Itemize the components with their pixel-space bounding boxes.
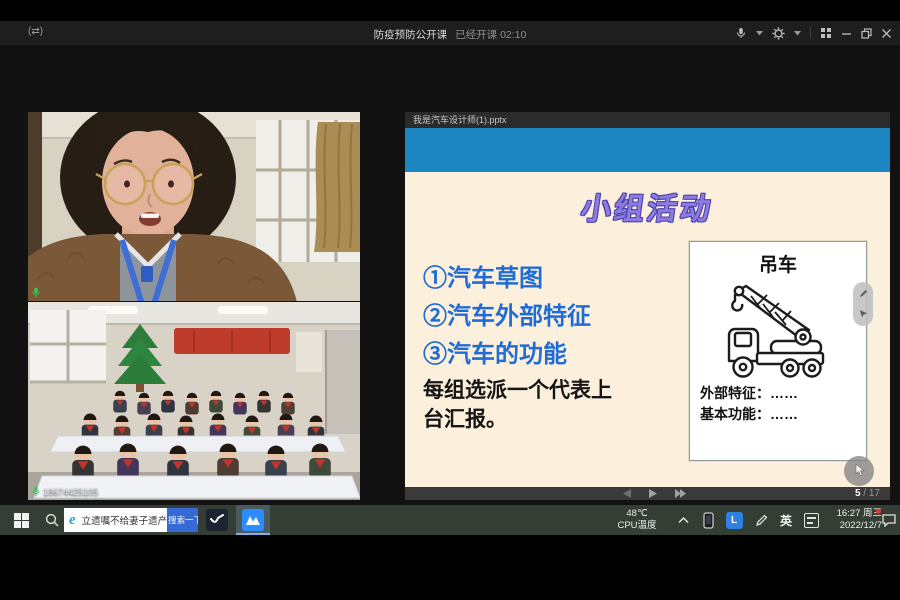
crane-functions-line: 基本功能：…… xyxy=(700,404,866,425)
search-suggestion-text: 立遗嘱不给妻子遗产 xyxy=(82,513,168,527)
taskbar-app-meeting[interactable] xyxy=(236,505,270,535)
presentation-blue-band xyxy=(405,128,890,172)
close-button[interactable] xyxy=(881,28,892,39)
titlebar: (⇄) 防疫预防公开课已经开课 02:10 xyxy=(0,21,900,45)
mic-dropdown-caret[interactable] xyxy=(756,31,763,36)
start-button[interactable] xyxy=(6,505,36,535)
slide-title: 小组活动 xyxy=(402,184,893,228)
titlebar-divider xyxy=(810,27,811,39)
mic-on-icon xyxy=(32,486,40,497)
taskbar-search-box[interactable]: e 立遗嘱不给妻子遗产 搜索一下 xyxy=(64,508,198,532)
notification-bubble-icon xyxy=(882,514,896,527)
tray-phone-icon[interactable] xyxy=(698,505,718,535)
clock-date: 2022/12/7 xyxy=(826,520,882,532)
slide-canvas: 小组活动 ①汽车草图 ②汽车外部特征 ③汽车的功能 每组选派一个代表上台汇报。 … xyxy=(405,172,890,487)
meeting-title: 防疫预防公开课已经开课 02:10 xyxy=(374,27,527,42)
cpu-temp-widget[interactable]: 48℃ CPU温度 xyxy=(604,508,670,532)
search-icon xyxy=(45,513,59,527)
mic-device-button[interactable] xyxy=(735,27,747,39)
tray-expand-button[interactable] xyxy=(672,505,694,535)
next-slide-button[interactable] xyxy=(649,485,657,503)
slide-navigation-bar: 5 / 17 xyxy=(405,487,890,500)
minimize-icon xyxy=(841,28,852,39)
crane-truck-drawing xyxy=(713,279,843,381)
meeting-app-window: (⇄) 防疫预防公开课已经开课 02:10 xyxy=(0,0,900,600)
gear-icon xyxy=(772,27,785,40)
restore-button[interactable] xyxy=(861,28,872,39)
video-tile-classroom[interactable]: 18674425105 xyxy=(28,302,360,500)
windows-taskbar: e 立遗嘱不给妻子遗产 搜索一下 48℃ CPU温度 xyxy=(0,505,900,535)
shared-file-bar: 我是汽车设计师(1).pptx xyxy=(405,112,890,128)
jump-forward-button[interactable] xyxy=(675,485,686,503)
screen-share-region: 我是汽车设计师(1).pptx 小组活动 ①汽车草图 ②汽车外部特征 ③汽车的功… xyxy=(405,112,890,500)
crane-features-line: 外部特征：…… xyxy=(700,383,866,404)
slide-bullet-list: ①汽车草图 ②汽车外部特征 ③汽车的功能 xyxy=(423,260,591,374)
minimize-button[interactable] xyxy=(841,28,852,39)
teacher-video-scene xyxy=(28,112,360,301)
shared-filename: 我是汽车设计师(1).pptx xyxy=(413,115,507,125)
windows-logo-icon xyxy=(14,513,29,528)
video-tile-teacher[interactable] xyxy=(28,112,360,301)
ie-browser-icon: e xyxy=(69,512,76,529)
slide-item-2: ②汽车外部特征 xyxy=(423,298,591,336)
slide-item-3: ③汽车的功能 xyxy=(423,336,591,374)
teacher-mic-indicator xyxy=(32,287,40,298)
chevron-up-icon xyxy=(678,516,689,524)
annotation-pen-button[interactable] xyxy=(859,285,868,303)
meeting-main-area: 18674425105 我是汽车设计师(1).pptx 小组活动 ①汽车草图 ②… xyxy=(0,45,900,505)
classroom-video-scene xyxy=(28,302,360,500)
classroom-participant-name: 18674425105 xyxy=(43,487,98,497)
settings-button[interactable] xyxy=(772,27,785,40)
ime-toolbar-icon[interactable] xyxy=(800,505,822,535)
taskbar-app-1[interactable] xyxy=(200,505,234,535)
app-1-tile xyxy=(206,509,228,531)
crane-example-card: 吊车 xyxy=(689,241,867,461)
meeting-status: 已经开课 xyxy=(455,29,497,41)
grid-layout-icon xyxy=(820,27,832,39)
mic-on-icon xyxy=(32,287,40,298)
restore-icon xyxy=(861,28,872,39)
crane-card-title: 吊车 xyxy=(690,250,866,277)
slide-page-total: / 17 xyxy=(861,488,880,499)
signal-icon: (⇄) xyxy=(28,26,43,37)
slide-note: 每组选派一个代表上台汇报。 xyxy=(423,376,625,434)
slide-page-indicator: 5 / 17 xyxy=(855,488,880,499)
taskbar-search-button[interactable] xyxy=(40,505,64,535)
action-center-button[interactable] xyxy=(878,505,900,535)
meeting-elapsed: 02:10 xyxy=(500,29,526,41)
annotation-arrow-button[interactable] xyxy=(859,305,868,323)
slide-item-1: ①汽车草图 xyxy=(423,260,591,298)
cpu-temp-value: 48℃ xyxy=(604,508,670,520)
meeting-name: 防疫预防公开课 xyxy=(374,29,448,41)
pointer-tool-button[interactable] xyxy=(844,456,874,486)
microphone-icon xyxy=(735,27,747,39)
ime-language-indicator[interactable]: 英 xyxy=(776,505,796,535)
taskbar-clock[interactable]: 16:27 周三 2022/12/7 xyxy=(826,508,882,532)
pointer-hand-icon xyxy=(852,463,866,479)
tray-app-icon[interactable]: L xyxy=(722,505,746,535)
layout-grid-button[interactable] xyxy=(820,27,832,39)
prev-slide-button[interactable] xyxy=(623,485,631,503)
settings-dropdown-caret[interactable] xyxy=(794,31,801,36)
clock-time: 16:27 周三 xyxy=(826,508,882,520)
bird-check-icon xyxy=(210,514,224,526)
tencent-meeting-icon xyxy=(242,509,264,531)
classroom-participant-label: 18674425105 xyxy=(32,486,98,497)
cpu-temp-label: CPU温度 xyxy=(604,520,670,532)
annotation-toolbar xyxy=(853,282,873,326)
search-submit-button[interactable]: 搜索一下 xyxy=(167,508,198,532)
tray-pen-icon[interactable] xyxy=(750,505,772,535)
close-icon xyxy=(881,28,892,39)
